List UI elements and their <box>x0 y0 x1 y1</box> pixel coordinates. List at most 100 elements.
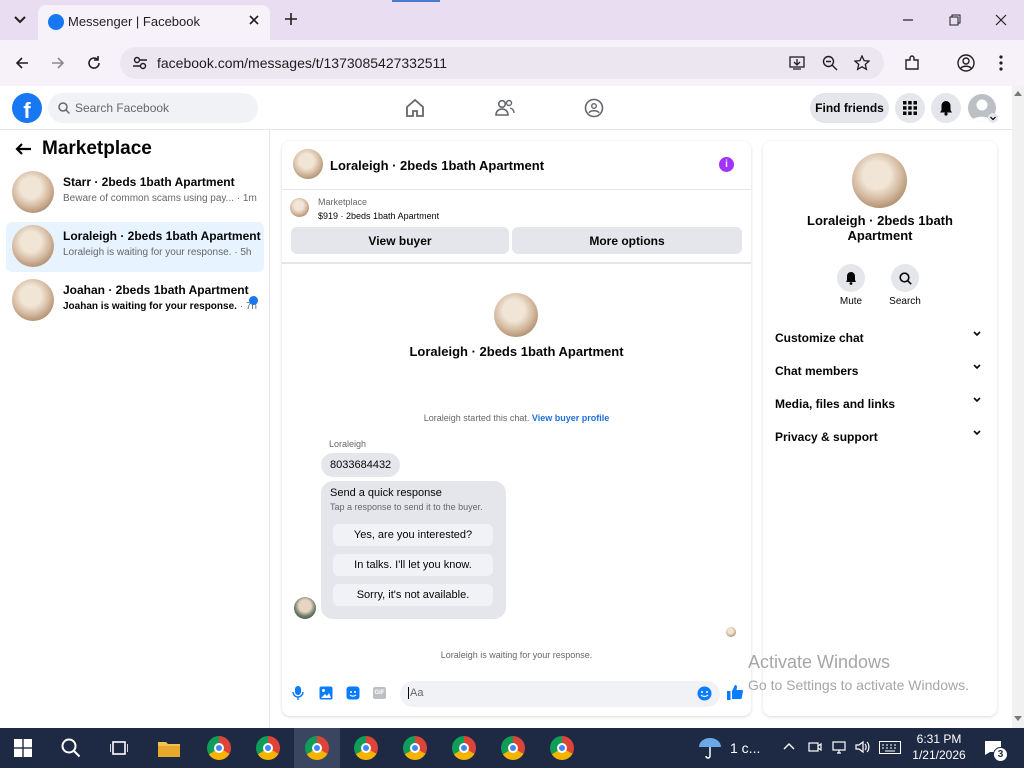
activation-watermark-title: Activate Windows <box>748 652 891 672</box>
back-arrow-icon[interactable] <box>14 142 32 156</box>
tab-search-button[interactable] <box>6 6 34 34</box>
clock-time: 6:31 PM <box>916 732 962 746</box>
chevron-down-icon <box>973 430 981 436</box>
conversation-item-joahan[interactable]: Joahan · 2beds 1bath Apartment Joahan is… <box>6 276 264 326</box>
sender-name: Loraleigh <box>329 439 367 449</box>
profile-icon[interactable] <box>957 54 975 72</box>
divider <box>282 189 751 190</box>
media-files-links-row[interactable]: Media, files and links <box>775 389 985 419</box>
start-windows-icon[interactable] <box>0 728 46 768</box>
network-icon[interactable] <box>832 740 846 754</box>
back-icon[interactable] <box>14 55 30 71</box>
mute-bell-icon[interactable] <box>837 264 865 292</box>
emoji-icon[interactable] <box>697 686 712 701</box>
message-input-placeholder: Aa <box>408 687 424 699</box>
gif-icon[interactable]: GIF <box>373 687 386 699</box>
row-label: Media, files and links <box>775 397 896 411</box>
notifications-bell-icon[interactable] <box>931 93 961 123</box>
facebook-header: f Search Facebook Find friends <box>0 86 1012 130</box>
seen-indicator-avatar <box>726 627 736 637</box>
quick-response-in-talks[interactable]: In talks. I'll let you know. <box>333 554 493 576</box>
chat-members-row[interactable]: Chat members <box>775 356 985 386</box>
activation-watermark-subtitle: Go to Settings to activate Windows. <box>748 677 969 693</box>
bookmark-star-icon[interactable] <box>854 55 870 71</box>
more-options-button[interactable]: More options <box>512 227 742 254</box>
conversation-item-loraleigh[interactable]: Loraleigh · 2beds 1bath Apartment Lorale… <box>6 222 264 272</box>
message-bubble[interactable]: 8033684432 <box>321 453 401 477</box>
info-avatar[interactable] <box>852 153 907 208</box>
minimize-icon[interactable] <box>902 14 914 26</box>
quick-response-yes[interactable]: Yes, are you interested? <box>333 524 493 546</box>
taskbar-search-icon[interactable] <box>48 728 94 768</box>
conversation-title: Joahan · 2beds 1bath Apartment <box>63 283 249 297</box>
quick-response-not-available[interactable]: Sorry, it's not available. <box>333 584 493 606</box>
clock-date: 1/21/2026 <box>912 748 966 762</box>
weather-widget[interactable]: 1 c... <box>698 728 760 768</box>
chat-panel: Loraleigh · 2beds 1bath Apartment i Mark… <box>282 141 751 716</box>
tray-overflow-icon[interactable] <box>783 742 795 750</box>
chrome-icon[interactable] <box>196 728 242 768</box>
view-buyer-button[interactable]: View buyer <box>291 227 509 254</box>
page-scrollbar[interactable] <box>1012 86 1024 728</box>
scroll-up-icon[interactable] <box>1014 90 1022 96</box>
tab-close-icon[interactable] <box>248 14 260 26</box>
find-friends-button[interactable]: Find friends <box>810 93 889 123</box>
browser-menu-icon[interactable] <box>998 54 1004 72</box>
conversation-item-starr[interactable]: Starr · 2beds 1bath Apartment Beware of … <box>6 168 264 218</box>
chrome-profile-icon[interactable] <box>539 728 585 768</box>
chrome-profile-icon[interactable] <box>441 728 487 768</box>
inbox-title: Marketplace <box>42 138 152 159</box>
row-label: Privacy & support <box>775 430 878 444</box>
zoom-icon[interactable] <box>822 55 838 71</box>
chrome-profile-icon[interactable] <box>392 728 438 768</box>
facebook-logo-icon[interactable]: f <box>12 93 42 123</box>
browser-tab[interactable]: Messenger | Facebook <box>38 5 270 40</box>
meet-now-icon[interactable] <box>808 740 822 754</box>
friends-icon[interactable] <box>495 98 515 118</box>
chat-started-notice: Loraleigh started this chat. View buyer … <box>423 413 610 423</box>
menu-grid-icon[interactable] <box>895 93 925 123</box>
marketplace-inbox: Marketplace Starr · 2beds 1bath Apartmen… <box>0 130 270 728</box>
chevron-down-icon <box>973 364 981 370</box>
sticker-icon[interactable] <box>346 686 360 700</box>
search-bar[interactable]: Search Facebook <box>48 93 258 123</box>
thumbs-up-icon[interactable] <box>727 684 743 700</box>
message-input[interactable]: Aa <box>400 681 720 707</box>
reload-icon[interactable] <box>86 55 102 71</box>
customize-chat-row[interactable]: Customize chat <box>775 323 985 353</box>
intro-avatar <box>494 293 538 337</box>
search-in-chat-icon[interactable] <box>891 264 919 292</box>
notification-count-badge: 3 <box>993 747 1008 762</box>
view-buyer-profile-link[interactable]: View buyer profile <box>532 413 609 423</box>
install-app-icon[interactable] <box>789 55 805 71</box>
home-icon[interactable] <box>405 98 425 118</box>
chat-header-title[interactable]: Loraleigh · 2beds 1bath Apartment <box>330 158 544 173</box>
umbrella-icon <box>699 738 721 759</box>
scroll-down-icon[interactable] <box>1014 716 1022 722</box>
extensions-icon[interactable] <box>904 55 920 71</box>
account-chevron-icon[interactable] <box>988 113 998 123</box>
address-bar[interactable]: facebook.com/messages/t/1373085427332511 <box>120 47 884 79</box>
url-text: facebook.com/messages/t/1373085427332511 <box>157 55 448 71</box>
tab-title: Messenger | Facebook <box>68 14 200 29</box>
forward-icon[interactable] <box>50 55 66 71</box>
photo-icon[interactable] <box>319 686 333 700</box>
groups-icon[interactable] <box>584 98 604 118</box>
chrome-profile-icon[interactable] <box>490 728 536 768</box>
new-tab-icon[interactable] <box>284 12 298 26</box>
clock[interactable]: 6:31 PM 1/21/2026 <box>906 731 972 763</box>
info-icon[interactable]: i <box>719 157 734 172</box>
file-explorer-icon[interactable] <box>146 728 192 768</box>
chrome-profile-icon[interactable] <box>343 728 389 768</box>
microphone-icon[interactable] <box>292 686 304 700</box>
keyboard-icon[interactable] <box>879 741 901 754</box>
chat-header-avatar[interactable] <box>293 149 323 179</box>
chrome-active-window-icon[interactable] <box>294 728 340 768</box>
privacy-support-row[interactable]: Privacy & support <box>775 422 985 452</box>
site-info-icon[interactable] <box>132 55 148 71</box>
window-close-icon[interactable] <box>995 14 1007 26</box>
task-view-icon[interactable] <box>96 728 142 768</box>
volume-icon[interactable] <box>855 740 871 754</box>
chrome-profile-icon[interactable] <box>245 728 291 768</box>
restore-icon[interactable] <box>949 14 961 26</box>
